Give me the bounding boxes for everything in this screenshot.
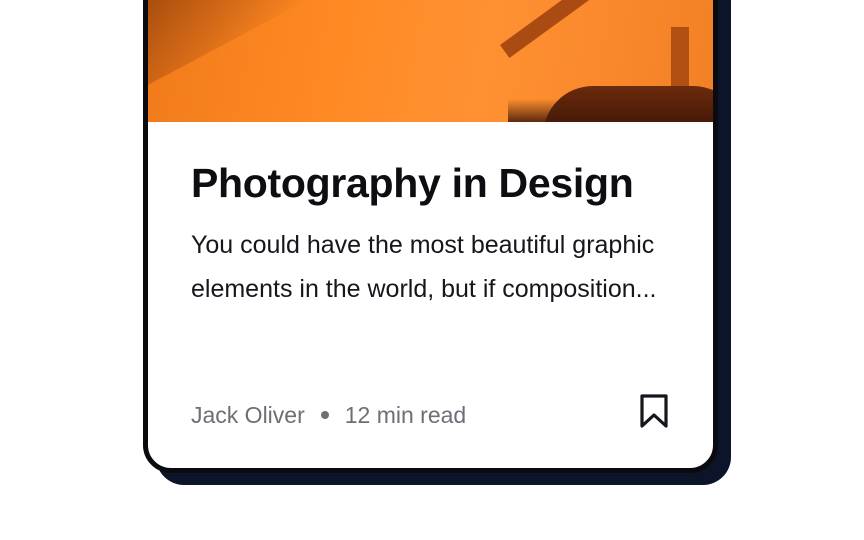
hero-railing-post	[671, 27, 689, 91]
author-name[interactable]: Jack Oliver	[191, 402, 305, 429]
article-title[interactable]: Photography in Design	[191, 155, 681, 211]
article-excerpt: You could have the most beautiful graphi…	[191, 231, 657, 303]
bookmark-button[interactable]	[638, 393, 670, 429]
card-content: Photography in Design You could have the…	[191, 155, 681, 311]
read-time: 12 min read	[344, 401, 467, 428]
article-card[interactable]: Photography in Design You could have the…	[143, 0, 718, 473]
hero-shadow	[148, 0, 307, 95]
hero-image	[148, 0, 713, 122]
stage: Photography in Design You could have the…	[0, 0, 864, 540]
meta-separator-dot	[320, 411, 329, 419]
bookmark-icon	[640, 394, 668, 428]
article-meta: Jack Oliver 12 min read	[191, 395, 671, 435]
hero-seat	[543, 86, 713, 122]
